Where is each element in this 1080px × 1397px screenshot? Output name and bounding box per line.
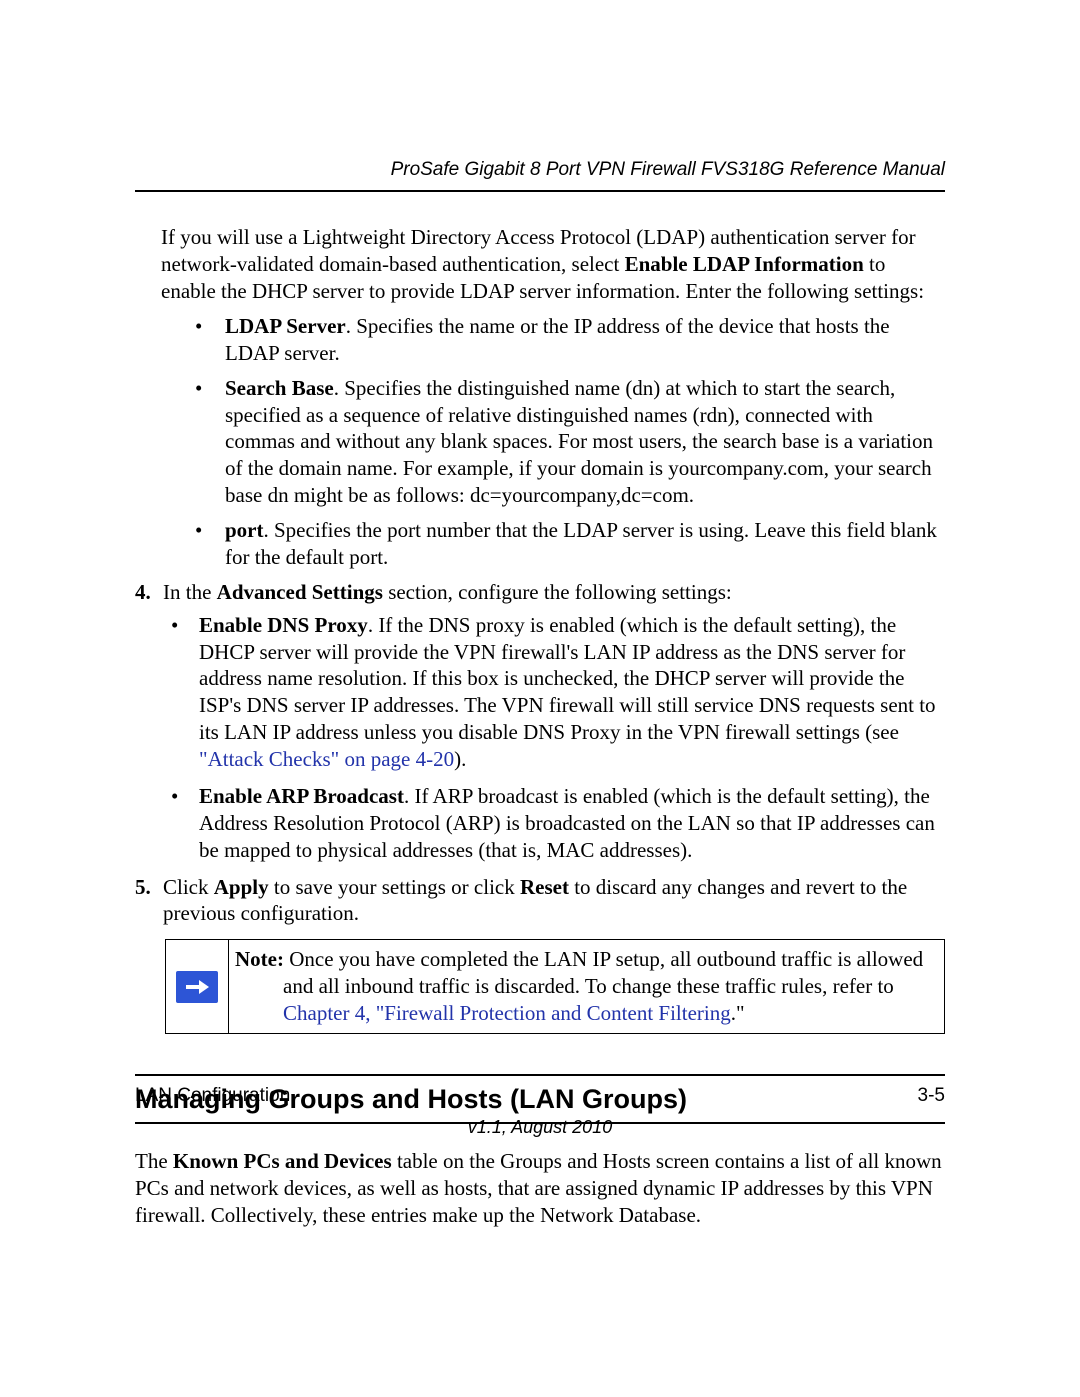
ldap-server-bold: LDAP Server [225,314,346,338]
note-line1: Once you have completed the LAN IP setup… [284,947,923,971]
chapter4-link[interactable]: Chapter 4, "Firewall Protection and Cont… [283,1001,731,1025]
step5-bold2: Reset [520,875,569,899]
intro-paragraph: If you will use a Lightweight Directory … [161,224,945,305]
list-item: Enable ARP Broadcast. If ARP broadcast i… [165,783,945,864]
port-text: . Specifies the port number that the LDA… [225,518,937,569]
note-box: Note: Once you have completed the LAN IP… [165,939,945,1034]
after-h2-paragraph: The Known PCs and Devices table on the G… [135,1148,945,1229]
step5-text-a: Click [163,875,214,899]
step4-bold: Advanced Settings [217,580,383,604]
body-block: If you will use a Lightweight Directory … [161,224,945,571]
step4-text-a: In the [163,580,217,604]
note-icon-cell [166,940,229,1033]
numbered-steps: 4. In the Advanced Settings section, con… [135,579,945,928]
note-text: Note: Once you have completed the LAN IP… [229,940,944,1033]
note-line2: and all inbound traffic is discarded. To… [283,974,894,998]
footer: LAN Configuration 3-5 v1.1, August 2010 [135,1074,945,1139]
list-item: LDAP Server. Specifies the name or the I… [191,313,945,367]
arp-bold: Enable ARP Broadcast [199,784,404,808]
step-number: 5. [135,874,151,901]
search-base-bold: Search Base [225,376,334,400]
footer-rule [135,1074,945,1076]
dns-bold: Enable DNS Proxy [199,613,368,637]
note-after-link: ." [731,1001,745,1025]
running-header: ProSafe Gigabit 8 Port VPN Firewall FVS3… [135,158,945,182]
arrow-right-icon [176,971,218,1003]
intro-bold: Enable LDAP Information [625,252,864,276]
step5-text-b: to save your settings or click [269,875,520,899]
after-h2-bold: Known PCs and Devices [173,1149,392,1173]
ldap-bullet-list: LDAP Server. Specifies the name or the I… [191,313,945,571]
port-bold: port [225,518,264,542]
step5-bold1: Apply [214,875,269,899]
footer-section: LAN Configuration [135,1084,290,1108]
list-item: Enable DNS Proxy. If the DNS proxy is en… [165,612,945,773]
after-h2-a: The [135,1149,173,1173]
note-bold: Note: [235,947,284,971]
dns-text-b: ). [454,747,466,771]
footer-row: LAN Configuration 3-5 [135,1084,945,1108]
step4-sublist: Enable DNS Proxy. If the DNS proxy is en… [165,612,945,864]
step-4: 4. In the Advanced Settings section, con… [135,579,945,864]
document-page: ProSafe Gigabit 8 Port VPN Firewall FVS3… [0,0,1080,1397]
page-number: 3-5 [918,1084,945,1108]
step4-text-b: section, configure the following setting… [383,580,732,604]
list-item: port. Specifies the port number that the… [191,517,945,571]
step-number: 4. [135,579,151,606]
attack-checks-link[interactable]: "Attack Checks" on page 4-20 [199,747,454,771]
step-5: 5. Click Apply to save your settings or … [135,874,945,928]
list-item: Search Base. Specifies the distinguished… [191,375,945,509]
footer-version: v1.1, August 2010 [135,1116,945,1139]
